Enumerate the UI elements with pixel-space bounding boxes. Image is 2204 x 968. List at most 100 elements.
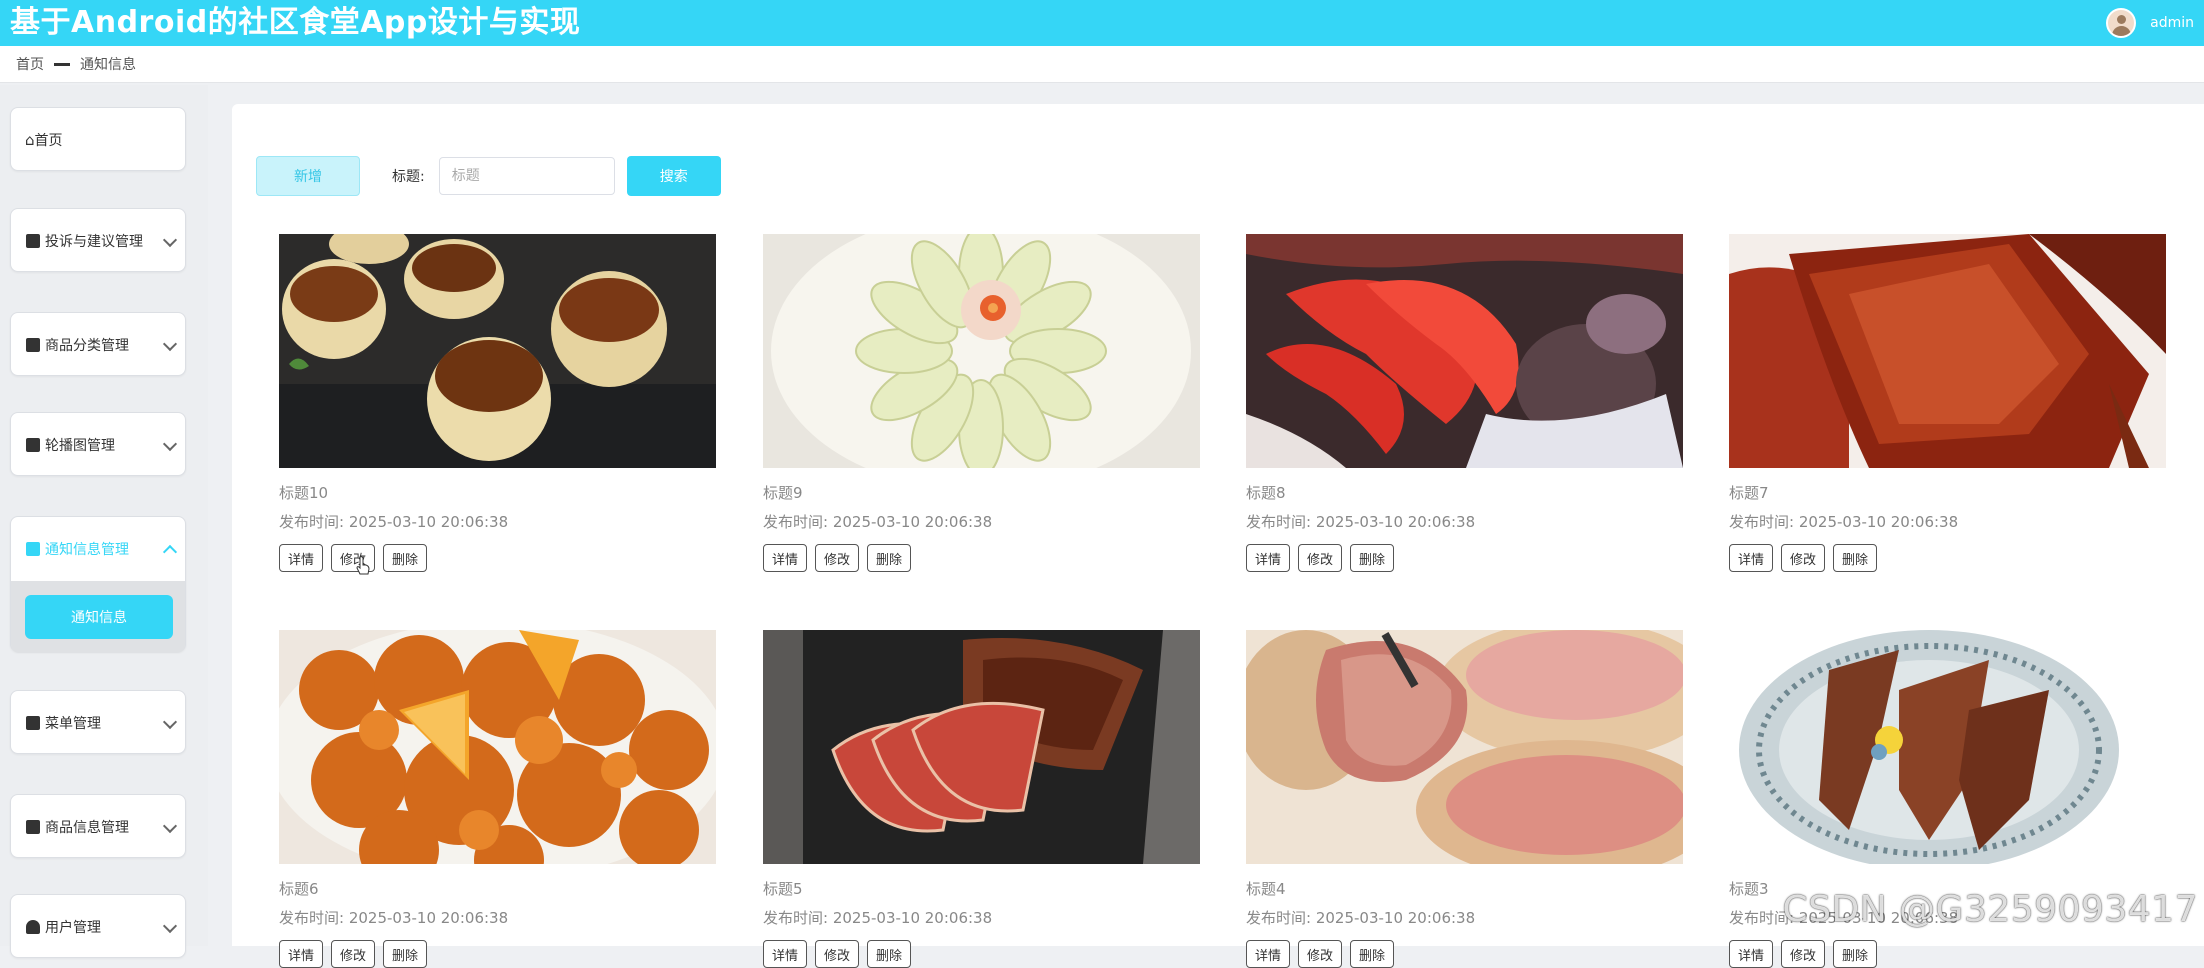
add-button[interactable]: 新增 bbox=[256, 156, 360, 196]
notice-image[interactable] bbox=[763, 630, 1200, 864]
sidebar-item-label: 商品分类管理 bbox=[45, 338, 129, 354]
detail-button[interactable]: 详情 bbox=[1729, 544, 1774, 572]
delete-button[interactable]: 删除 bbox=[867, 544, 912, 572]
edit-button[interactable]: 修改 bbox=[1298, 940, 1343, 968]
app-header: 基于Android的社区食堂App设计与实现 admin bbox=[0, 0, 2204, 46]
notice-card: 标题8 发布时间: 2025-03-10 20:06:38 详情 修改 删除 bbox=[1246, 234, 1686, 572]
notice-card: 标题4 发布时间: 2025-03-10 20:06:38 详情 修改 删除 bbox=[1246, 630, 1686, 968]
notice-image[interactable] bbox=[763, 234, 1200, 468]
title-search-input[interactable] bbox=[438, 157, 615, 195]
sidebar-item-label: 商品信息管理 bbox=[45, 820, 129, 836]
detail-button[interactable]: 详情 bbox=[1246, 544, 1291, 572]
detail-button[interactable]: 详情 bbox=[279, 544, 324, 572]
detail-button[interactable]: 详情 bbox=[1729, 940, 1774, 968]
watermark: CSDN @G3259093417 bbox=[1782, 889, 2198, 930]
list-icon bbox=[25, 715, 41, 731]
edit-button[interactable]: 修改 bbox=[815, 940, 860, 968]
card-actions: 详情 修改 删除 bbox=[279, 940, 719, 968]
notice-time: 发布时间: 2025-03-10 20:06:38 bbox=[1246, 909, 1476, 927]
edit-button[interactable]: 修改 bbox=[1781, 940, 1826, 968]
notice-time: 发布时间: 2025-03-10 20:06:38 bbox=[1246, 513, 1476, 531]
edit-button[interactable]: 修改 bbox=[815, 544, 860, 572]
sidebar-item-product-category[interactable]: 商品分类管理 bbox=[10, 312, 186, 376]
list-icon bbox=[25, 819, 41, 835]
notice-card: 标题10 发布时间: 2025-03-10 20:06:38 详情 修改 删除 bbox=[279, 234, 719, 572]
sidebar-item-notices[interactable]: 通知信息管理 通知信息 bbox=[10, 516, 186, 653]
breadcrumb: 首页 通知信息 bbox=[16, 46, 136, 82]
notice-time: 发布时间: 2025-03-10 20:06:38 bbox=[763, 909, 993, 927]
sidebar-item-label: 首页 bbox=[34, 133, 63, 149]
list-icon bbox=[25, 337, 41, 353]
sidebar-item-label: 通知信息管理 bbox=[45, 542, 129, 558]
sidebar-item-complaints[interactable]: 投诉与建议管理 bbox=[10, 208, 186, 272]
delete-button[interactable]: 删除 bbox=[867, 940, 912, 968]
search-button[interactable]: 搜索 bbox=[626, 156, 721, 196]
breadcrumb-bar: 首页 通知信息 bbox=[0, 46, 2204, 83]
detail-button[interactable]: 详情 bbox=[763, 544, 808, 572]
notice-image[interactable] bbox=[279, 630, 716, 864]
breadcrumb-separator bbox=[54, 62, 70, 66]
notice-time: 发布时间: 2025-03-10 20:06:38 bbox=[279, 513, 509, 531]
edit-button[interactable]: 修改 bbox=[1781, 544, 1826, 572]
notice-title: 标题10 bbox=[279, 484, 329, 502]
notice-title: 标题7 bbox=[1729, 484, 1769, 502]
username[interactable]: admin bbox=[2150, 15, 2194, 31]
sidebar-item-label: 用户管理 bbox=[45, 920, 101, 936]
delete-button[interactable]: 删除 bbox=[383, 544, 428, 572]
notice-image[interactable] bbox=[1246, 234, 1683, 468]
sidebar: ⌂ 首页 投诉与建议管理 商品分类管理 轮播图管理 通知信息管理 通知信息 菜单… bbox=[0, 85, 208, 958]
detail-button[interactable]: 详情 bbox=[1246, 940, 1291, 968]
notice-title: 标题8 bbox=[1246, 484, 1286, 502]
sidebar-item-label: 轮播图管理 bbox=[45, 438, 115, 454]
notice-image[interactable] bbox=[1246, 630, 1683, 864]
delete-button[interactable]: 删除 bbox=[383, 940, 428, 968]
sidebar-item-users[interactable]: 用户管理 bbox=[10, 894, 186, 958]
delete-button[interactable]: 删除 bbox=[1350, 544, 1395, 572]
list-icon bbox=[25, 437, 41, 453]
sidebar-item-home[interactable]: ⌂ 首页 bbox=[10, 107, 186, 171]
sidebar-item-carousel[interactable]: 轮播图管理 bbox=[10, 412, 186, 476]
delete-button[interactable]: 删除 bbox=[1833, 940, 1878, 968]
notice-title: 标题9 bbox=[763, 484, 803, 502]
app-title: 基于Android的社区食堂App设计与实现 bbox=[10, 5, 581, 40]
edit-button[interactable]: 修改 bbox=[331, 940, 376, 968]
breadcrumb-current: 通知信息 bbox=[80, 57, 136, 73]
notice-card: 标题5 发布时间: 2025-03-10 20:06:38 详情 修改 删除 bbox=[763, 630, 1203, 968]
notice-time: 发布时间: 2025-03-10 20:06:38 bbox=[763, 513, 993, 531]
notice-image[interactable] bbox=[1729, 630, 2166, 864]
detail-button[interactable]: 详情 bbox=[279, 940, 324, 968]
notice-card: 标题6 发布时间: 2025-03-10 20:06:38 详情 修改 删除 bbox=[279, 630, 719, 968]
sidebar-subitem-notice-info[interactable]: 通知信息 bbox=[25, 595, 173, 639]
card-actions: 详情 修改 删除 bbox=[1729, 544, 2169, 572]
sidebar-item-label: 菜单管理 bbox=[45, 716, 101, 732]
sidebar-item-menu[interactable]: 菜单管理 bbox=[10, 690, 186, 754]
notice-title: 标题6 bbox=[279, 880, 319, 898]
home-icon: ⌂ bbox=[25, 131, 35, 149]
edit-button[interactable]: 修改 bbox=[1298, 544, 1343, 572]
card-actions: 详情 修改 删除 bbox=[279, 544, 719, 572]
notice-time: 发布时间: 2025-03-10 20:06:38 bbox=[1729, 513, 1959, 531]
notice-image[interactable] bbox=[1729, 234, 2166, 468]
sidebar-submenu: 通知信息 bbox=[11, 581, 185, 653]
notice-title: 标题5 bbox=[763, 880, 803, 898]
card-actions: 详情 修改 删除 bbox=[1729, 940, 2169, 968]
card-actions: 详情 修改 删除 bbox=[763, 544, 1203, 572]
notice-title: 标题4 bbox=[1246, 880, 1286, 898]
notice-time: 发布时间: 2025-03-10 20:06:38 bbox=[279, 909, 509, 927]
delete-button[interactable]: 删除 bbox=[1350, 940, 1395, 968]
detail-button[interactable]: 详情 bbox=[763, 940, 808, 968]
user-icon bbox=[25, 919, 41, 935]
notice-card: 标题9 发布时间: 2025-03-10 20:06:38 详情 修改 删除 bbox=[763, 234, 1203, 572]
card-actions: 详情 修改 删除 bbox=[1246, 940, 1686, 968]
delete-button[interactable]: 删除 bbox=[1833, 544, 1878, 572]
hand-cursor-icon bbox=[356, 556, 370, 575]
breadcrumb-home[interactable]: 首页 bbox=[16, 54, 44, 74]
sidebar-item-label: 投诉与建议管理 bbox=[45, 234, 143, 250]
user-area[interactable]: admin bbox=[2106, 7, 2194, 39]
sidebar-item-product-info[interactable]: 商品信息管理 bbox=[10, 794, 186, 858]
avatar[interactable] bbox=[2106, 8, 2137, 38]
card-actions: 详情 修改 删除 bbox=[1246, 544, 1686, 572]
notice-image[interactable] bbox=[279, 234, 716, 468]
list-icon bbox=[25, 233, 41, 249]
toolbar: 新增 标题: 搜索 bbox=[256, 154, 721, 198]
